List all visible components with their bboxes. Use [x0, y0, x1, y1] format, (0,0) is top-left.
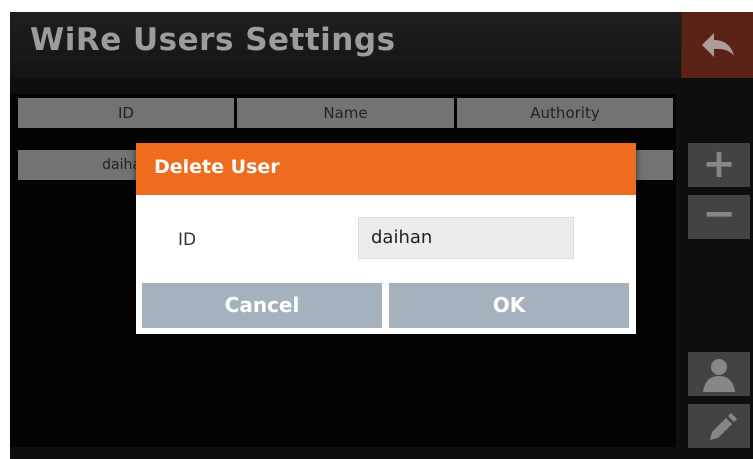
- dialog-title: Delete User: [154, 156, 280, 178]
- dialog-header: Delete User: [136, 143, 636, 195]
- app-screen: WiRe Users Settings ID Name Authority da…: [10, 12, 753, 459]
- delete-user-dialog: Delete User ID daihan Cancel OK: [136, 143, 636, 334]
- id-field-label: ID: [178, 230, 197, 250]
- ok-button[interactable]: OK: [389, 283, 629, 328]
- cancel-button[interactable]: Cancel: [142, 283, 382, 328]
- id-field[interactable]: daihan: [358, 217, 574, 259]
